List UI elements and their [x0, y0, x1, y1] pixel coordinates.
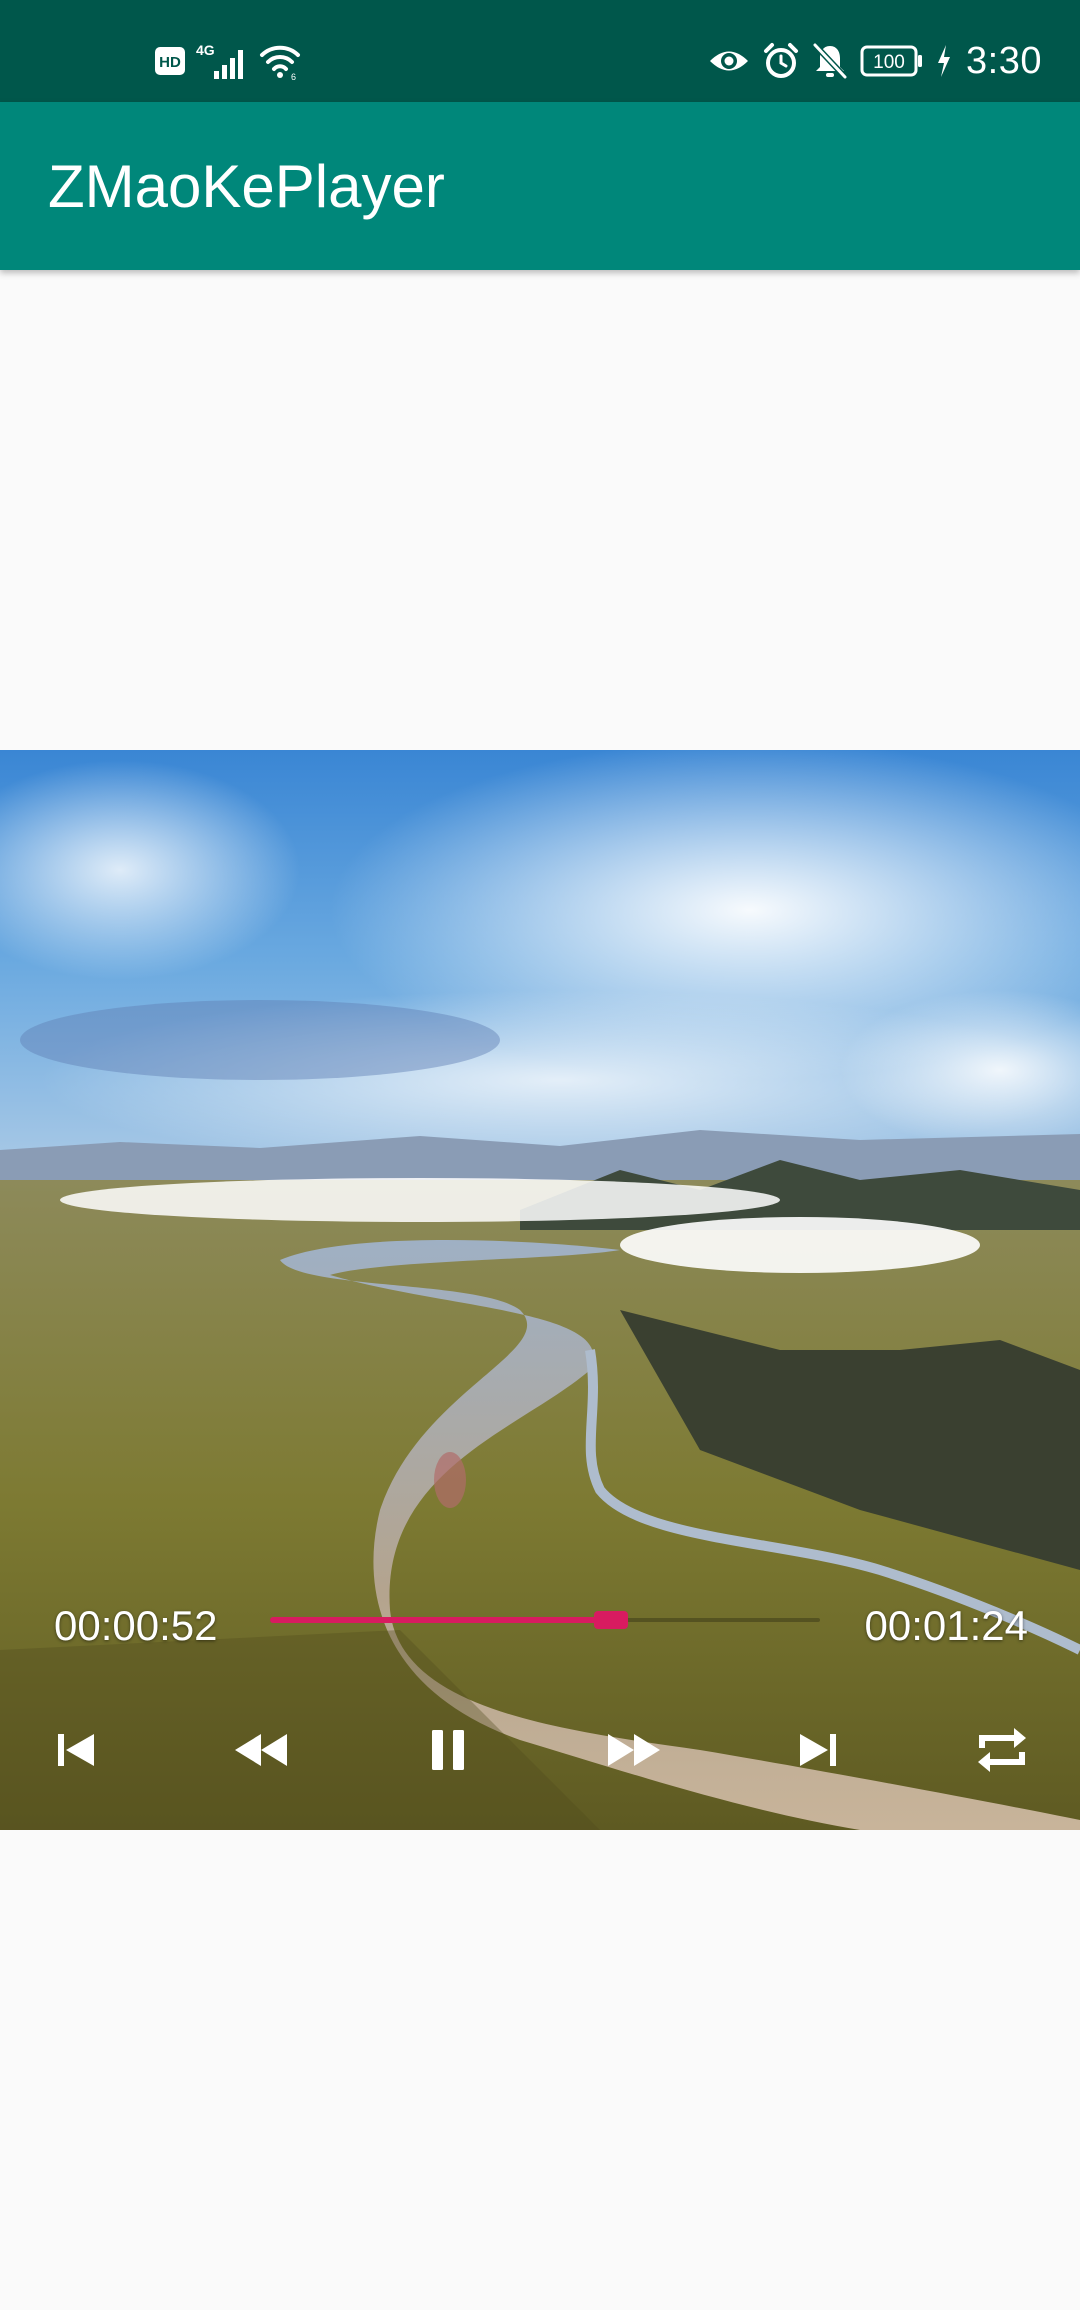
pause-icon	[432, 1730, 464, 1770]
skip-previous-icon	[58, 1734, 94, 1766]
app-title: ZMaoKePlayer	[48, 153, 445, 220]
total-time: 00:01:24	[864, 1602, 1029, 1649]
fast-forward-button[interactable]	[598, 1716, 670, 1784]
battery-icon: 100	[860, 45, 924, 77]
seek-progress	[270, 1617, 611, 1623]
status-bar: HD 4G 6 100 3:30	[0, 0, 1080, 102]
current-time: 00:00:52	[54, 1602, 218, 1649]
signal-icon: 4G	[196, 41, 248, 81]
skip-next-button[interactable]	[782, 1716, 854, 1784]
svg-text:HD: HD	[159, 54, 181, 71]
bell-off-icon	[812, 42, 848, 80]
status-time: 3:30	[966, 39, 1042, 82]
rewind-button[interactable]	[225, 1716, 297, 1784]
alarm-icon	[762, 42, 800, 80]
status-bar-right: 100 3:30	[708, 36, 1042, 86]
status-bar-left: HD 4G 6	[154, 36, 302, 86]
rewind-icon	[235, 1734, 287, 1766]
video-player[interactable]	[0, 750, 1080, 1830]
charging-icon	[936, 44, 952, 78]
fast-forward-icon	[608, 1734, 660, 1766]
seek-bar[interactable]	[270, 1610, 820, 1630]
repeat-button[interactable]	[966, 1716, 1038, 1784]
wifi-icon: 6	[258, 41, 302, 81]
network-type-label: 4G	[196, 42, 215, 58]
hd-icon: HD	[154, 46, 186, 76]
skip-previous-button[interactable]	[40, 1716, 112, 1784]
skip-next-icon	[800, 1734, 836, 1766]
repeat-icon	[978, 1728, 1026, 1772]
eye-icon	[708, 46, 750, 76]
player-controls-overlay	[0, 750, 1080, 1830]
pause-button[interactable]	[412, 1716, 484, 1784]
battery-level: 100	[873, 52, 905, 73]
seek-thumb[interactable]	[594, 1611, 628, 1629]
svg-text:6: 6	[291, 72, 296, 81]
app-bar: ZMaoKePlayer	[0, 102, 1080, 270]
